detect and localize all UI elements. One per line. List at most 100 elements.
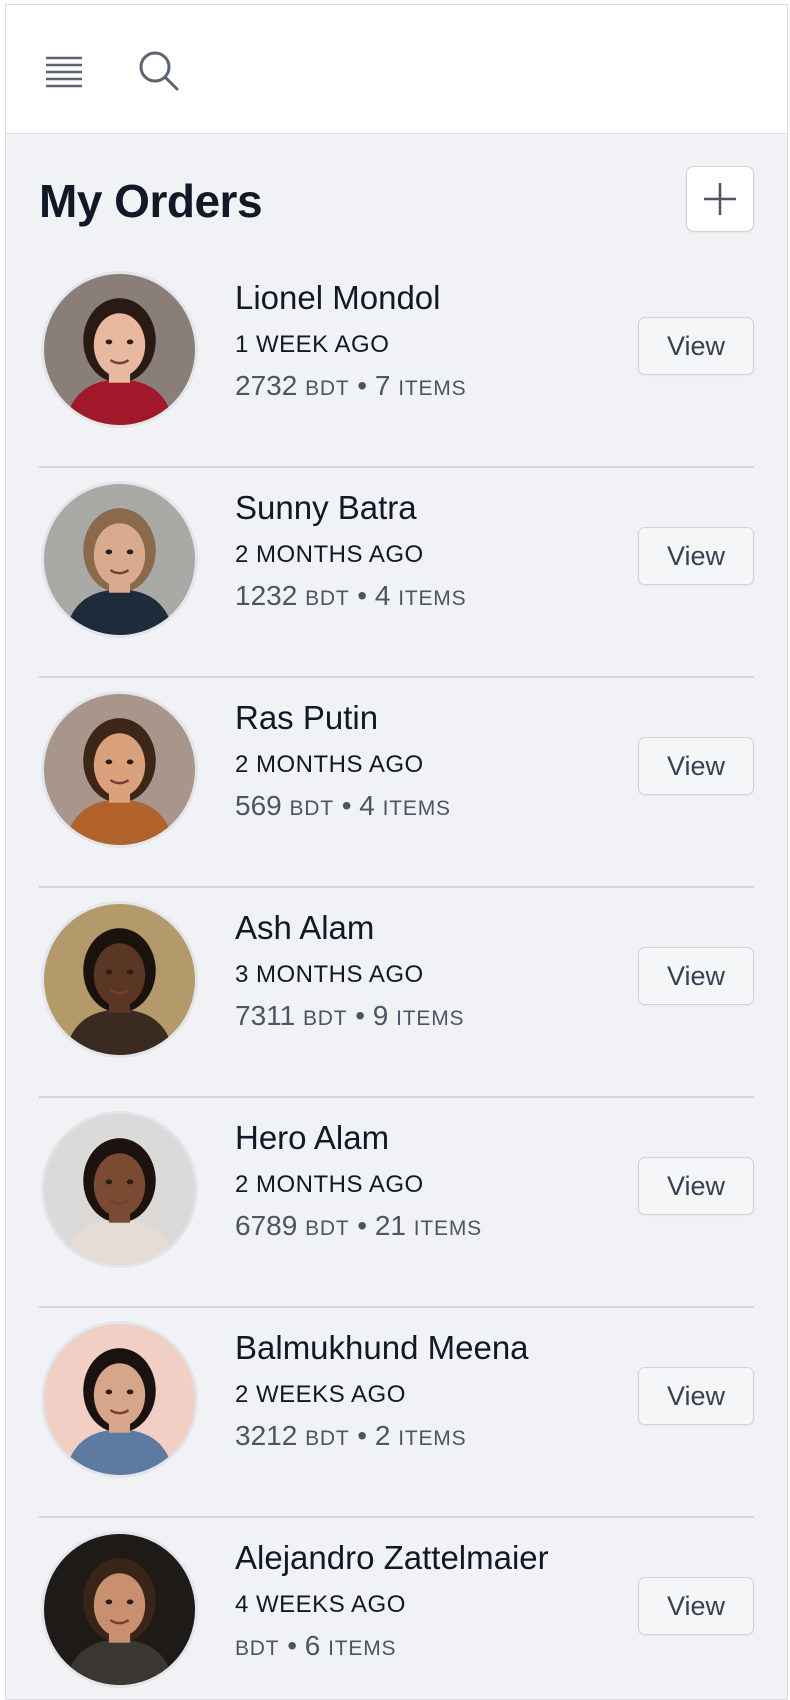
order-summary: BDT • 6 ITEMS — [235, 1629, 549, 1666]
order-time: 2 MONTHS AGO — [235, 751, 424, 778]
items-label: ITEMS — [328, 1637, 397, 1660]
plus-icon — [704, 183, 736, 215]
order-summary: 1232 BDT • 4 ITEMS — [235, 579, 466, 616]
view-order-button[interactable]: View — [638, 1367, 754, 1425]
order-row: Hero Alam 2 MONTHS AGO 6789 BDT • 21 ITEMS… — [39, 1098, 754, 1308]
app-frame: My Orders Lionel Mondol 1 WEEK AGO 2732 BD… — [5, 4, 788, 1700]
search-icon[interactable] — [131, 43, 187, 99]
customer-name: Ras Putin — [235, 699, 379, 736]
avatar-photo — [44, 1324, 195, 1475]
hamburger-menu-icon[interactable] — [36, 43, 92, 99]
order-time: 2 MONTHS AGO — [235, 1171, 424, 1198]
avatar-photo — [44, 274, 195, 425]
separator-dot: • — [355, 1000, 365, 1031]
avatar-photo — [44, 484, 195, 635]
order-info: Ash Alam 3 MONTHS AGO 7311 BDT • 9 ITEMS — [235, 908, 464, 1036]
order-info: Lionel Mondol 1 WEEK AGO 2732 BDT • 7 ITEM… — [235, 278, 466, 406]
customer-name: Balmukhund Meena — [235, 1329, 529, 1366]
currency-label: BDT — [303, 1007, 348, 1030]
order-amount: 1232 — [235, 580, 298, 611]
order-amount: 7311 — [235, 1000, 296, 1031]
top-bar — [6, 5, 787, 134]
order-summary: 569 BDT • 4 ITEMS — [235, 789, 451, 826]
customer-name: Lionel Mondol — [235, 279, 441, 316]
avatar — [41, 481, 198, 638]
order-summary: 6789 BDT • 21 ITEMS — [235, 1209, 482, 1246]
items-label: ITEMS — [413, 1217, 482, 1240]
avatar — [41, 1531, 198, 1688]
order-amount: 3212 — [235, 1420, 298, 1451]
avatar — [41, 1321, 198, 1478]
currency-label: BDT — [305, 377, 350, 400]
currency-label: BDT — [305, 587, 350, 610]
avatar-photo — [44, 904, 195, 1055]
order-row: Lionel Mondol 1 WEEK AGO 2732 BDT • 7 ITEM… — [39, 258, 754, 468]
order-row: Sunny Batra 2 MONTHS AGO 1232 BDT • 4 ITEM… — [39, 468, 754, 678]
order-info: Balmukhund Meena 2 WEEKS AGO 3212 BDT • 2 … — [235, 1328, 529, 1456]
orders-list: Lionel Mondol 1 WEEK AGO 2732 BDT • 7 ITEM… — [39, 258, 754, 1699]
order-amount: 6789 — [235, 1210, 298, 1241]
currency-label: BDT — [235, 1637, 280, 1660]
avatar-photo — [44, 1534, 195, 1685]
title-row: My Orders — [39, 134, 754, 258]
order-time: 2 MONTHS AGO — [235, 541, 424, 568]
currency-label: BDT — [305, 1427, 350, 1450]
orders-page: My Orders Lionel Mondol 1 WEEK AGO 2732 BD… — [6, 134, 787, 1699]
separator-dot: • — [357, 1210, 368, 1241]
order-row: Ras Putin 2 MONTHS AGO 569 BDT • 4 ITEMS Vi… — [39, 678, 754, 888]
item-count: 21 — [374, 1210, 407, 1241]
currency-label: BDT — [305, 1217, 350, 1240]
currency-label: BDT — [289, 797, 334, 820]
item-count: 6 — [304, 1630, 321, 1661]
items-label: ITEMS — [398, 587, 467, 610]
order-summary: 2732 BDT • 7 ITEMS — [235, 369, 466, 406]
customer-name: Ash Alam — [235, 909, 375, 946]
customer-name: Hero Alam — [235, 1119, 390, 1156]
order-row: Alejandro Zattelmaier 4 WEEKS AGO BDT • 6 … — [39, 1518, 754, 1699]
items-label: ITEMS — [398, 377, 467, 400]
avatar — [41, 271, 198, 428]
separator-dot: • — [357, 580, 368, 611]
item-count: 4 — [374, 580, 391, 611]
page-title: My Orders — [39, 175, 263, 227]
items-label: ITEMS — [396, 1007, 465, 1030]
view-order-button[interactable]: View — [638, 317, 754, 375]
item-count: 7 — [374, 370, 391, 401]
separator-dot: • — [287, 1630, 297, 1661]
view-order-button[interactable]: View — [638, 1577, 754, 1635]
separator-dot: • — [341, 790, 352, 821]
order-amount: 569 — [235, 790, 282, 821]
order-time: 1 WEEK AGO — [235, 331, 390, 358]
customer-name: Sunny Batra — [235, 489, 417, 526]
items-label: ITEMS — [398, 1427, 467, 1450]
order-amount: 2732 — [235, 370, 298, 401]
order-time: 4 WEEKS AGO — [235, 1591, 406, 1618]
avatar-photo — [44, 694, 195, 845]
customer-name: Alejandro Zattelmaier — [235, 1539, 549, 1576]
avatar-photo — [44, 1114, 195, 1265]
view-order-button[interactable]: View — [638, 947, 754, 1005]
add-order-button[interactable] — [686, 166, 754, 232]
order-summary: 7311 BDT • 9 ITEMS — [235, 999, 464, 1036]
view-order-button[interactable]: View — [638, 737, 754, 795]
view-order-button[interactable]: View — [638, 1157, 754, 1215]
order-time: 2 WEEKS AGO — [235, 1381, 406, 1408]
view-order-button[interactable]: View — [638, 527, 754, 585]
item-count: 9 — [372, 1000, 389, 1031]
order-info: Ras Putin 2 MONTHS AGO 569 BDT • 4 ITEMS — [235, 698, 451, 826]
items-label: ITEMS — [382, 797, 451, 820]
avatar — [41, 691, 198, 848]
item-count: 4 — [359, 790, 375, 821]
order-info: Sunny Batra 2 MONTHS AGO 1232 BDT • 4 ITEM… — [235, 488, 466, 616]
order-row: Balmukhund Meena 2 WEEKS AGO 3212 BDT • 2 … — [39, 1308, 754, 1518]
order-info: Alejandro Zattelmaier 4 WEEKS AGO BDT • 6 … — [235, 1538, 549, 1666]
separator-dot: • — [357, 1420, 368, 1451]
order-summary: 3212 BDT • 2 ITEMS — [235, 1419, 529, 1456]
order-row: Ash Alam 3 MONTHS AGO 7311 BDT • 9 ITEMS Vi… — [39, 888, 754, 1098]
item-count: 2 — [374, 1420, 391, 1451]
order-info: Hero Alam 2 MONTHS AGO 6789 BDT • 21 ITEMS — [235, 1118, 482, 1246]
avatar — [41, 1111, 198, 1268]
separator-dot: • — [357, 370, 368, 401]
order-time: 3 MONTHS AGO — [235, 961, 424, 988]
avatar — [41, 901, 198, 1058]
